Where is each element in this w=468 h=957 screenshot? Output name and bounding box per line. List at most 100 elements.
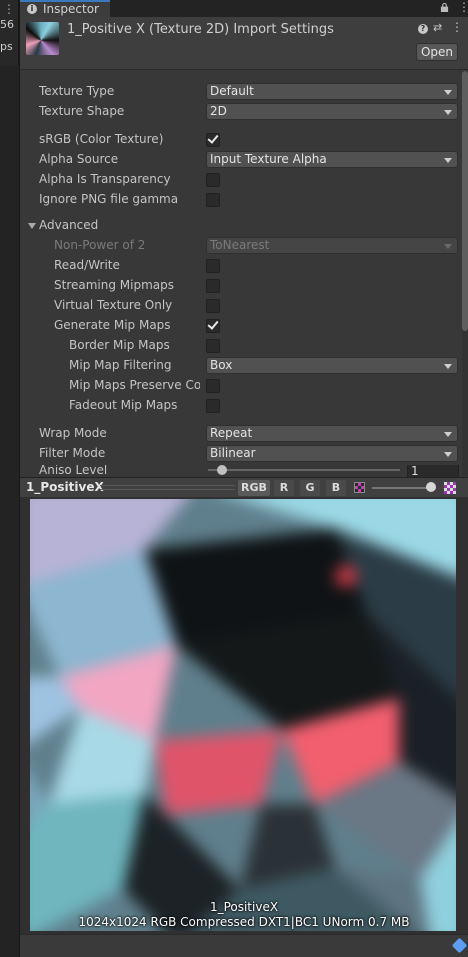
aniso-level-row: Aniso Level 1 — [20, 465, 460, 477]
mip-level-knob[interactable] — [426, 482, 436, 492]
prop-label: Wrap Mode — [39, 426, 107, 440]
kebab-icon[interactable]: ⋮ — [3, 2, 15, 16]
dropdown-value: Bilinear — [210, 446, 256, 460]
filter-mode-row: Filter Mode Bilinear — [20, 445, 460, 463]
chevron-down-icon — [444, 244, 452, 249]
aniso-slider[interactable] — [208, 469, 400, 471]
prop-label: Streaming Mipmaps — [54, 278, 175, 292]
prop-label: Alpha Is Transparency — [39, 172, 171, 186]
foldout-label: Advanced — [39, 218, 99, 232]
channel-g-button[interactable]: G — [300, 480, 320, 496]
texture-info-overlay: 1_PositiveX 1024x1024 RGB Compressed DXT… — [20, 900, 468, 930]
texture-info-details: 1024x1024 RGB Compressed DXT1|BC1 UNorm … — [78, 915, 410, 929]
fadeout-mipmaps-checkbox[interactable] — [206, 399, 220, 413]
left-panel-strip: ⋮ 56 ps — [0, 0, 19, 957]
info-icon: i — [27, 4, 37, 14]
dropdown-value: 2D — [210, 104, 227, 118]
wrap-mode-dropdown[interactable]: Repeat — [206, 425, 458, 442]
chevron-down-icon — [444, 158, 452, 163]
channel-b-button[interactable]: B — [326, 480, 346, 496]
mip-filtering-dropdown[interactable]: Box — [206, 357, 458, 374]
non-power-of-2-dropdown: ToNearest — [206, 237, 458, 254]
alpha-transparency-row: Alpha Is Transparency — [20, 171, 460, 189]
prop-label: Aniso Level — [39, 465, 108, 477]
resize-grip[interactable] — [100, 485, 235, 490]
scrollbar-thumb[interactable] — [462, 71, 468, 331]
wrap-mode-row: Wrap Mode Repeat — [20, 425, 460, 443]
texture-thumbnail — [26, 22, 59, 55]
read-write-row: Read/Write — [20, 257, 460, 275]
chevron-down-icon — [444, 364, 452, 369]
dropdown-value: Default — [210, 84, 254, 98]
border-mipmaps-checkbox[interactable] — [206, 339, 220, 353]
preserve-coverage-checkbox[interactable] — [206, 379, 220, 393]
asset-label-icon[interactable] — [451, 937, 468, 954]
channel-r-button[interactable]: R — [274, 480, 294, 496]
aniso-level-input[interactable]: 1 — [407, 465, 459, 477]
filter-mode-dropdown[interactable]: Bilinear — [206, 445, 458, 462]
srgb-row: sRGB (Color Texture) — [20, 131, 460, 149]
generate-mipmaps-checkbox[interactable] — [206, 318, 220, 333]
inspector-window: i Inspector ⋮ 1_Positive X (Texture 2D) … — [20, 0, 468, 957]
prop-label: Mip Maps Preserve Coverage — [69, 378, 200, 392]
chevron-down-icon — [444, 90, 452, 95]
alpha-source-row: Alpha Source Input Texture Alpha — [20, 151, 460, 169]
texture-preview-image — [30, 499, 456, 931]
left-panel-body — [0, 66, 19, 957]
preview-title: 1_PositiveX — [26, 480, 104, 494]
mip-filtering-row: Mip Map Filtering Box — [20, 357, 460, 375]
tab-inspector[interactable]: i Inspector — [20, 0, 110, 17]
open-button[interactable]: Open — [416, 43, 458, 61]
prop-label: Border Mip Maps — [69, 338, 170, 352]
prop-label: Fadeout Mip Maps — [69, 398, 178, 412]
preset-icon[interactable]: ⇄ — [433, 21, 442, 34]
prop-label: Texture Type — [39, 84, 115, 98]
texture-type-row: Texture Type Default — [20, 83, 460, 101]
kebab-menu-icon[interactable]: ⋮ — [458, 0, 468, 14]
dropdown-value: Box — [210, 358, 233, 372]
generate-mipmaps-row: Generate Mip Maps — [20, 317, 460, 335]
virtual-texture-checkbox[interactable] — [206, 299, 220, 313]
dropdown-value: Input Texture Alpha — [210, 152, 327, 166]
streaming-mipmaps-row: Streaming Mipmaps — [20, 277, 460, 295]
ignore-png-checkbox[interactable] — [206, 193, 220, 207]
more-icon[interactable]: ⋮ — [451, 20, 463, 34]
prop-label: Filter Mode — [39, 446, 106, 460]
texture-shape-dropdown[interactable]: 2D — [206, 103, 458, 120]
header-title: 1_Positive X (Texture 2D) Import Setting… — [67, 22, 334, 37]
asset-labels-bar — [20, 934, 468, 957]
aniso-slider-knob[interactable] — [217, 465, 227, 475]
prop-label: Alpha Source — [39, 152, 119, 166]
chevron-down-icon — [444, 432, 452, 437]
alpha-source-dropdown[interactable]: Input Texture Alpha — [206, 151, 458, 168]
foldout-arrow-icon[interactable] — [28, 223, 36, 229]
channel-rgb-button[interactable]: RGB — [238, 480, 270, 496]
alpha-transparency-checkbox[interactable] — [206, 173, 220, 187]
chevron-down-icon — [444, 452, 452, 457]
texture-info-name: 1_PositiveX — [209, 900, 279, 914]
scrollbar[interactable] — [462, 71, 468, 476]
texture-type-dropdown[interactable]: Default — [206, 83, 458, 100]
preview-toolbar: 1_PositiveX RGB R G B — [20, 477, 468, 497]
checker-icon[interactable] — [444, 482, 456, 494]
left-panel-text: ps — [0, 40, 13, 53]
help-icon[interactable]: ? — [418, 24, 428, 34]
texture-preview-graphic — [30, 499, 456, 931]
advanced-foldout[interactable]: Advanced — [20, 217, 460, 235]
border-mipmaps-row: Border Mip Maps — [20, 337, 460, 355]
lock-icon[interactable] — [440, 3, 449, 12]
alpha-toggle-icon[interactable] — [354, 482, 365, 493]
srgb-checkbox[interactable] — [206, 132, 220, 147]
fadeout-mipmaps-row: Fadeout Mip Maps — [20, 397, 460, 415]
check-icon — [207, 132, 219, 144]
dropdown-value: Repeat — [210, 426, 253, 440]
prop-label: Ignore PNG file gamma — [39, 192, 179, 206]
prop-label: Generate Mip Maps — [54, 318, 171, 332]
streaming-mipmaps-checkbox[interactable] — [206, 279, 220, 293]
non-power-of-2-row: Non-Power of 2 ToNearest — [20, 237, 460, 255]
virtual-texture-row: Virtual Texture Only — [20, 297, 460, 315]
prop-label: Virtual Texture Only — [54, 298, 173, 312]
read-write-checkbox[interactable] — [206, 259, 220, 273]
prop-label: sRGB (Color Texture) — [39, 132, 164, 146]
chevron-down-icon — [444, 110, 452, 115]
